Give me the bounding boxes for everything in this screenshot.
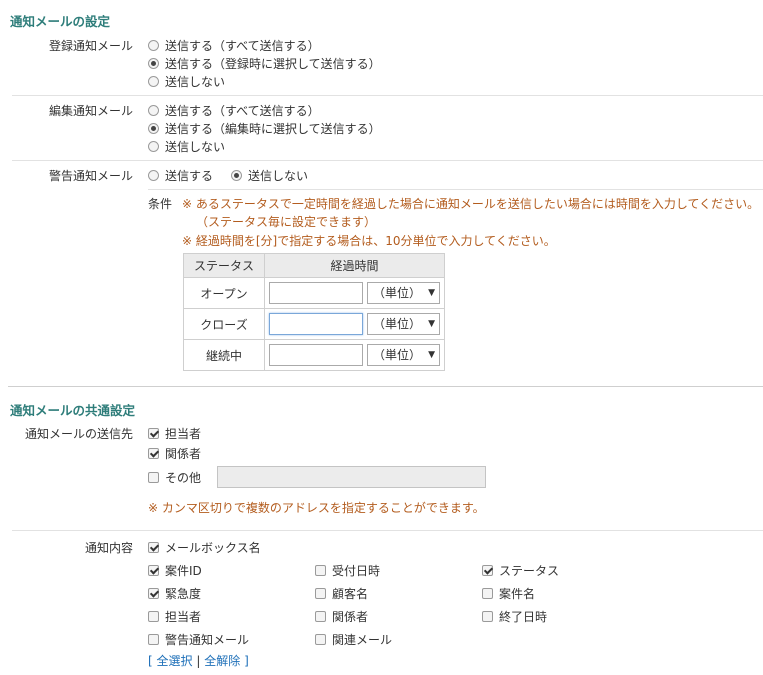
content-customer-name[interactable]: 顧客名 (315, 584, 368, 602)
register-option-all[interactable]: 送信する（すべて送信する） (148, 36, 381, 54)
unit-select[interactable]: （単位） ▼ (367, 344, 440, 366)
dropdown-arrow-icon: ▼ (428, 319, 435, 329)
edit-option-all[interactable]: 送信する（すべて送信する） (148, 101, 381, 119)
edit-notify-options: 送信する（すべて送信する） 送信する（編集時に選択して送信する） 送信しない (148, 101, 381, 155)
checkbox-icon[interactable] (148, 447, 159, 459)
content-received-at[interactable]: 受付日時 (315, 561, 380, 579)
link-separator: | (196, 654, 201, 668)
status-name: クローズ (183, 308, 265, 340)
content-related[interactable]: 関係者 (315, 607, 368, 625)
content-case-id[interactable]: 案件ID (148, 561, 202, 579)
unit-select[interactable]: （単位） ▼ (367, 282, 440, 304)
checkbox-icon[interactable] (482, 587, 493, 599)
checkbox-icon[interactable] (315, 587, 326, 599)
section-divider (8, 386, 763, 387)
status-name: 継続中 (183, 339, 265, 371)
table-row: オープン （単位） ▼ (183, 277, 445, 309)
content-case-name[interactable]: 案件名 (482, 584, 535, 602)
unit-select[interactable]: （単位） ▼ (367, 313, 440, 335)
other-address-input[interactable] (217, 466, 486, 488)
divider (148, 189, 763, 190)
checkbox-icon[interactable] (148, 541, 159, 553)
register-option-none[interactable]: 送信しない (148, 72, 381, 90)
dropdown-arrow-icon: ▼ (428, 350, 435, 360)
bracket-close: ] (244, 654, 249, 668)
elapsed-column-header: 経過時間 (264, 253, 445, 278)
checkbox-icon[interactable] (148, 610, 159, 622)
status-elapsed-table: ステータス 経過時間 オープン （単位） ▼ クローズ （単位） ▼ 継続中 （単位… (183, 253, 445, 371)
condition-note-1: ※ あるステータスで一定時間を経過した場合に通知メールを送信したい場合には時間を… (182, 197, 760, 211)
radio-icon[interactable] (148, 75, 159, 87)
recipient-related[interactable]: 関係者 (148, 444, 201, 462)
divider (12, 160, 763, 161)
dropdown-arrow-icon: ▼ (428, 288, 435, 298)
content-urgency[interactable]: 緊急度 (148, 584, 201, 602)
condition-note-1b: （ステータス毎に設定できます） (196, 215, 377, 229)
radio-icon[interactable] (148, 39, 159, 51)
bracket-open: [ (148, 654, 153, 668)
edit-option-none[interactable]: 送信しない (148, 137, 381, 155)
content-warning-mail[interactable]: 警告通知メール (148, 630, 249, 648)
select-all-link[interactable]: 全選択 (157, 654, 193, 668)
notify-settings-title: 通知メールの設定 (10, 14, 111, 29)
radio-icon[interactable] (231, 169, 243, 181)
recipient-other[interactable]: その他 (148, 468, 201, 486)
radio-icon[interactable] (148, 104, 159, 116)
radio-icon[interactable] (148, 140, 159, 152)
register-option-select[interactable]: 送信する（登録時に選択して送信する） (148, 54, 381, 72)
checkbox-icon[interactable] (315, 610, 326, 622)
checkbox-icon[interactable] (315, 564, 326, 576)
warning-option-none[interactable]: 送信しない (231, 166, 308, 184)
content-label: 通知内容 (84, 541, 133, 555)
elapsed-time-input[interactable] (269, 313, 363, 335)
content-mailbox[interactable]: メールボックス名 (148, 538, 261, 556)
checkbox-icon[interactable] (315, 633, 326, 645)
edit-option-select[interactable]: 送信する（編集時に選択して送信する） (148, 119, 381, 137)
checkbox-icon[interactable] (482, 564, 493, 576)
checkbox-icon[interactable] (148, 471, 159, 483)
condition-note-2: ※ 経過時間を[分]で指定する場合は、10分単位で入力してください。 (182, 234, 556, 248)
condition-label: 条件 (148, 197, 173, 211)
common-settings-title: 通知メールの共通設定 (10, 403, 136, 418)
table-row: 継続中 （単位） ▼ (183, 339, 445, 371)
checkbox-icon[interactable] (148, 587, 159, 599)
recipients-label: 通知メールの送信先 (24, 427, 133, 441)
recipients-note: ※ カンマ区切りで複数のアドレスを指定することができます。 (148, 501, 485, 515)
radio-icon[interactable] (148, 169, 159, 181)
register-notify-options: 送信する（すべて送信する） 送信する（登録時に選択して送信する） 送信しない (148, 36, 381, 90)
warning-notify-label: 警告通知メール (48, 169, 133, 183)
select-links: [ 全選択 | 全解除 ] (148, 652, 249, 669)
table-row: クローズ （単位） ▼ (183, 308, 445, 340)
deselect-all-link[interactable]: 全解除 (204, 654, 240, 668)
warning-notify-options: 送信する 送信しない (148, 166, 308, 184)
recipient-assignee[interactable]: 担当者 (148, 424, 201, 442)
table-header-row: ステータス 経過時間 (183, 253, 445, 278)
warning-option-send[interactable]: 送信する (148, 166, 213, 184)
content-related-mail[interactable]: 関連メール (315, 630, 392, 648)
checkbox-icon[interactable] (482, 610, 493, 622)
divider (12, 95, 763, 96)
radio-icon[interactable] (148, 122, 159, 134)
radio-icon[interactable] (148, 57, 159, 69)
content-assignee[interactable]: 担当者 (148, 607, 201, 625)
checkbox-icon[interactable] (148, 633, 159, 645)
elapsed-cell: （単位） ▼ (264, 277, 445, 309)
elapsed-time-input[interactable] (269, 344, 363, 366)
elapsed-cell: （単位） ▼ (264, 339, 445, 371)
status-name: オープン (183, 277, 265, 309)
status-column-header: ステータス (183, 253, 265, 278)
content-status[interactable]: ステータス (482, 561, 559, 579)
divider (12, 530, 763, 531)
elapsed-time-input[interactable] (269, 282, 363, 304)
checkbox-icon[interactable] (148, 564, 159, 576)
edit-notify-label: 編集通知メール (48, 104, 133, 118)
elapsed-cell: （単位） ▼ (264, 308, 445, 340)
content-ended-at[interactable]: 終了日時 (482, 607, 547, 625)
checkbox-icon[interactable] (148, 427, 159, 439)
register-notify-label: 登録通知メール (48, 39, 133, 53)
